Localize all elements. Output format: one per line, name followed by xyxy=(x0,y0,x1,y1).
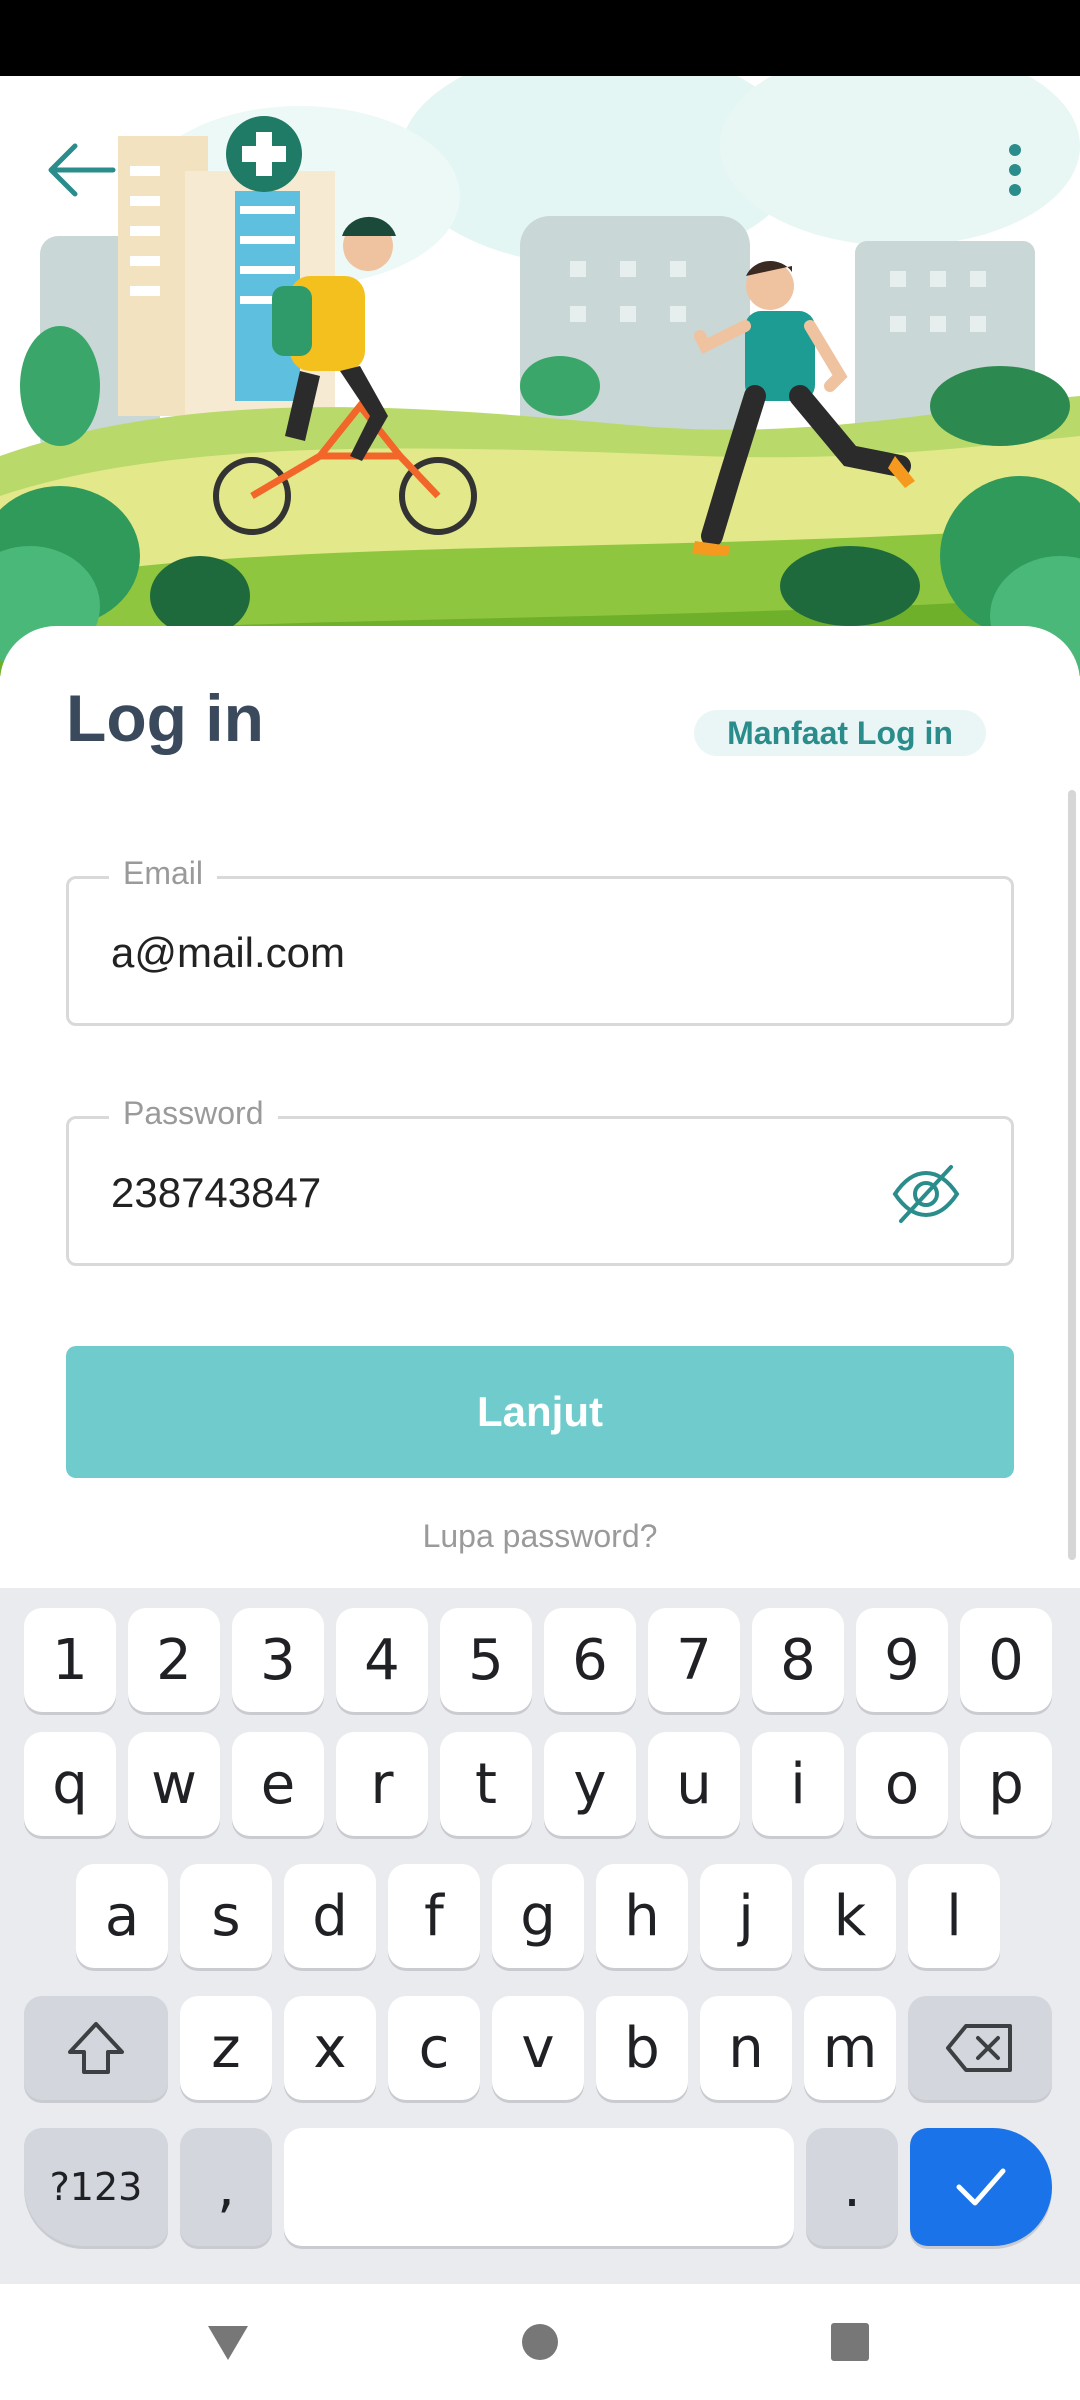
back-button[interactable] xyxy=(30,120,130,220)
key-s[interactable]: s xyxy=(180,1864,272,1968)
backspace-key[interactable] xyxy=(908,1996,1052,2100)
comma-key[interactable]: , xyxy=(180,2128,272,2246)
nav-home-button[interactable] xyxy=(480,2284,600,2400)
period-key[interactable]: . xyxy=(806,2128,898,2246)
key-5[interactable]: 5 xyxy=(440,1608,532,1712)
backspace-icon xyxy=(946,2024,1012,2072)
page-title: Log in xyxy=(66,681,264,755)
continue-button[interactable]: Lanjut xyxy=(66,1346,1014,1478)
key-w[interactable]: w xyxy=(128,1732,220,1836)
key-q[interactable]: q xyxy=(24,1732,116,1836)
shift-key[interactable] xyxy=(24,1996,168,2100)
key-y[interactable]: y xyxy=(544,1732,636,1836)
key-f[interactable]: f xyxy=(388,1864,480,1968)
key-o[interactable]: o xyxy=(856,1732,948,1836)
key-p[interactable]: p xyxy=(960,1732,1052,1836)
login-benefit-chip[interactable]: Manfaat Log in xyxy=(694,710,986,756)
key-4[interactable]: 4 xyxy=(336,1608,428,1712)
email-value[interactable]: a@mail.com xyxy=(111,929,345,977)
password-field[interactable]: Password 238743847 xyxy=(66,1095,1014,1266)
key-8[interactable]: 8 xyxy=(752,1608,844,1712)
password-visibility-toggle[interactable] xyxy=(891,1159,961,1229)
email-label: Email xyxy=(109,855,218,892)
key-v[interactable]: v xyxy=(492,1996,584,2100)
key-t[interactable]: t xyxy=(440,1732,532,1836)
key-b[interactable]: b xyxy=(596,1996,688,2100)
nav-recents-square-icon xyxy=(831,2323,869,2361)
more-options-button[interactable] xyxy=(980,120,1050,220)
scrollbar[interactable] xyxy=(1068,790,1076,1560)
key-c[interactable]: c xyxy=(388,1996,480,2100)
shift-icon xyxy=(68,2022,124,2074)
arrow-left-icon xyxy=(48,143,116,197)
key-d[interactable]: d xyxy=(284,1864,376,1968)
key-x[interactable]: x xyxy=(284,1996,376,2100)
key-1[interactable]: 1 xyxy=(24,1608,116,1712)
space-key[interactable] xyxy=(284,2128,794,2246)
forgot-password-link[interactable]: Lupa password? xyxy=(0,1518,1080,1555)
check-icon xyxy=(956,2168,1006,2206)
key-m[interactable]: m xyxy=(804,1996,896,2100)
key-n[interactable]: n xyxy=(700,1996,792,2100)
status-bar xyxy=(0,0,1080,76)
email-field[interactable]: Email a@mail.com xyxy=(66,855,1014,1026)
key-j[interactable]: j xyxy=(700,1864,792,1968)
symbols-key[interactable]: ?123 xyxy=(24,2128,168,2246)
key-l[interactable]: l xyxy=(908,1864,1000,1968)
key-6[interactable]: 6 xyxy=(544,1608,636,1712)
navigation-bar xyxy=(0,2284,1080,2400)
nav-recents-button[interactable] xyxy=(790,2284,910,2400)
keyboard: 1 2 3 4 5 6 7 8 9 0 q w e r t y u i o p … xyxy=(0,1588,1080,2284)
nav-back-triangle-icon xyxy=(208,2326,248,2360)
password-label: Password xyxy=(109,1095,278,1132)
done-key[interactable] xyxy=(910,2128,1052,2246)
more-vertical-icon xyxy=(1009,144,1021,196)
key-2[interactable]: 2 xyxy=(128,1608,220,1712)
key-h[interactable]: h xyxy=(596,1864,688,1968)
key-a[interactable]: a xyxy=(76,1864,168,1968)
nav-home-circle-icon xyxy=(522,2324,558,2360)
key-r[interactable]: r xyxy=(336,1732,428,1836)
key-7[interactable]: 7 xyxy=(648,1608,740,1712)
key-i[interactable]: i xyxy=(752,1732,844,1836)
key-k[interactable]: k xyxy=(804,1864,896,1968)
key-9[interactable]: 9 xyxy=(856,1608,948,1712)
hero-illustration xyxy=(0,76,1080,676)
key-u[interactable]: u xyxy=(648,1732,740,1836)
key-z[interactable]: z xyxy=(180,1996,272,2100)
key-3[interactable]: 3 xyxy=(232,1608,324,1712)
eye-off-icon xyxy=(892,1165,960,1223)
nav-back-button[interactable] xyxy=(168,2284,288,2400)
key-0[interactable]: 0 xyxy=(960,1608,1052,1712)
password-value[interactable]: 238743847 xyxy=(111,1169,321,1217)
key-g[interactable]: g xyxy=(492,1864,584,1968)
key-e[interactable]: e xyxy=(232,1732,324,1836)
